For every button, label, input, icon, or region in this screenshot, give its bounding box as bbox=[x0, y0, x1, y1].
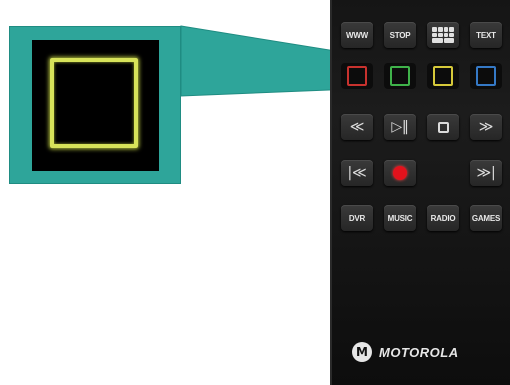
www-label: WWW bbox=[345, 30, 369, 40]
radio-button[interactable]: RADIO bbox=[427, 205, 459, 231]
rewind-icon: ≪ bbox=[349, 119, 365, 135]
guide-grid-icon bbox=[432, 27, 454, 43]
stop-icon bbox=[437, 121, 449, 133]
games-label: GAMES bbox=[471, 213, 501, 223]
skip-forward-button[interactable]: ≫| bbox=[470, 160, 502, 186]
play-pause-icon: ▷‖ bbox=[391, 119, 409, 135]
stop-text-button[interactable]: STOP bbox=[384, 22, 416, 48]
blue-key[interactable] bbox=[470, 63, 502, 89]
stop-button[interactable] bbox=[427, 114, 459, 140]
dvr-button[interactable]: DVR bbox=[341, 205, 373, 231]
record-button[interactable] bbox=[384, 160, 416, 186]
zoom-view bbox=[32, 40, 159, 171]
stop-label: STOP bbox=[389, 30, 411, 40]
yellow-key[interactable] bbox=[427, 63, 459, 89]
zoom-callout bbox=[9, 26, 181, 184]
text-button[interactable]: TEXT bbox=[470, 22, 502, 48]
remote-control: WWW STOP TEXT ≪ ▷‖ ≫ |≪ ≫| DVR MUSIC RAD… bbox=[330, 0, 510, 385]
green-key-square bbox=[390, 66, 410, 86]
yellow-key-square bbox=[433, 66, 453, 86]
red-key[interactable] bbox=[341, 63, 373, 89]
guide-grid-button[interactable] bbox=[427, 22, 459, 48]
green-key[interactable] bbox=[384, 63, 416, 89]
music-label: MUSIC bbox=[387, 213, 413, 223]
skip-back-button[interactable]: |≪ bbox=[341, 160, 373, 186]
brand: M MOTOROLA bbox=[352, 342, 459, 362]
fast-forward-button[interactable]: ≫ bbox=[470, 114, 502, 140]
music-button[interactable]: MUSIC bbox=[384, 205, 416, 231]
skip-back-icon: |≪ bbox=[347, 165, 367, 181]
rewind-button[interactable]: ≪ bbox=[341, 114, 373, 140]
games-button[interactable]: GAMES bbox=[470, 205, 502, 231]
play-pause-button[interactable]: ▷‖ bbox=[384, 114, 416, 140]
fast-forward-icon: ≫ bbox=[478, 119, 494, 135]
zoomed-yellow-key bbox=[50, 58, 138, 148]
red-key-square bbox=[347, 66, 367, 86]
record-icon bbox=[393, 166, 407, 180]
brand-name: MOTOROLA bbox=[379, 344, 459, 360]
dvr-label: DVR bbox=[348, 213, 366, 223]
motorola-logo-icon: M bbox=[352, 342, 372, 362]
blue-key-square bbox=[476, 66, 496, 86]
radio-label: RADIO bbox=[430, 213, 456, 223]
text-label: TEXT bbox=[476, 30, 496, 40]
www-button[interactable]: WWW bbox=[341, 22, 373, 48]
skip-forward-icon: ≫| bbox=[476, 165, 496, 181]
